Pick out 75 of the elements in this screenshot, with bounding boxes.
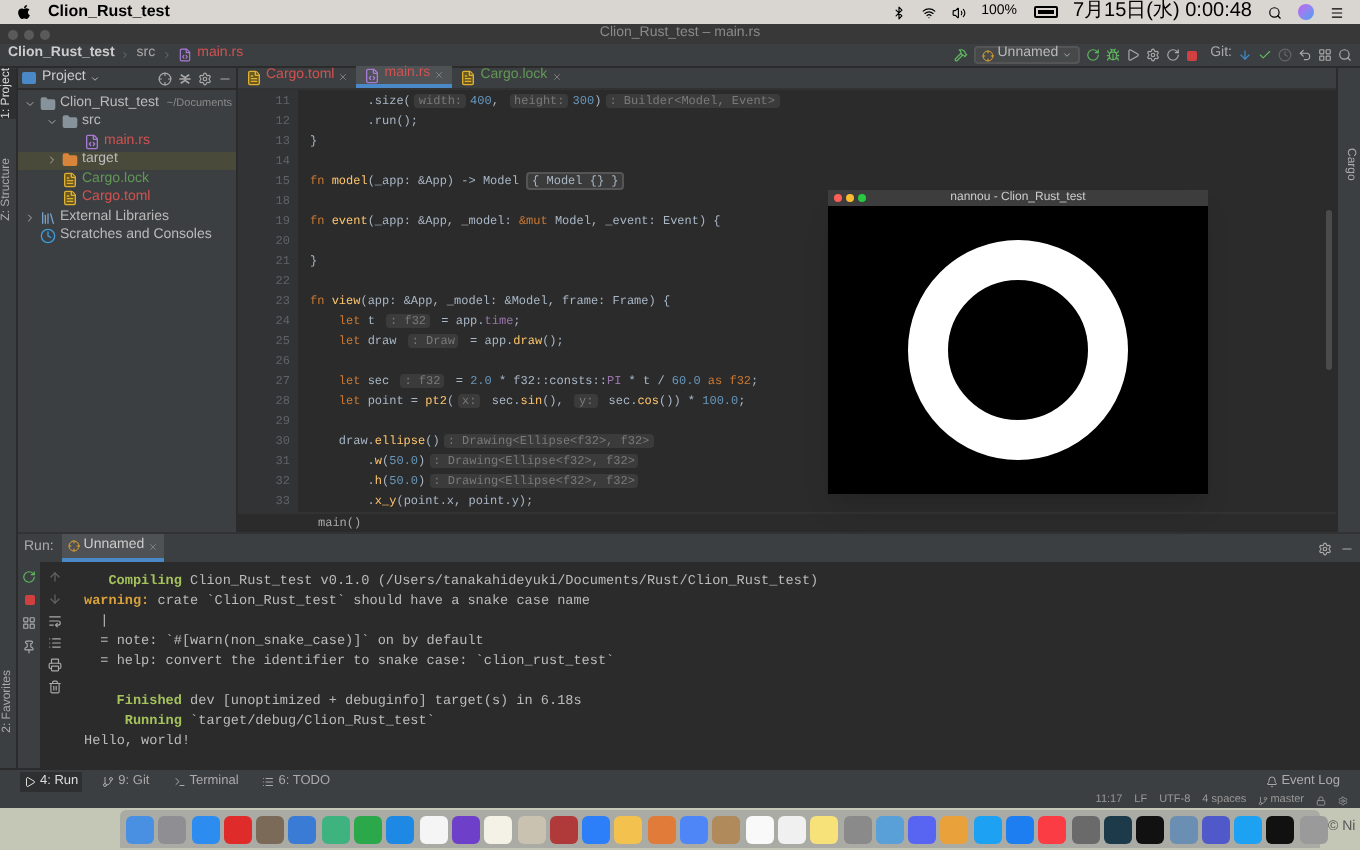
app-name[interactable]: Clion_Rust_test	[48, 0, 170, 24]
folder-icon	[62, 114, 78, 131]
arrow-down-icon[interactable]	[1238, 48, 1252, 62]
check-icon[interactable]	[1258, 48, 1272, 62]
search-icon[interactable]	[1268, 5, 1282, 19]
folder-icon	[62, 152, 78, 169]
trash-icon[interactable]	[47, 680, 61, 694]
bell-icon	[1265, 775, 1278, 787]
app-icon[interactable]	[1136, 815, 1165, 843]
caret-icon	[1062, 50, 1073, 60]
terminal-icon	[173, 775, 186, 787]
wrap-icon[interactable]	[47, 614, 61, 628]
folder-icon	[40, 95, 56, 112]
scroll-to-end-icon[interactable]	[47, 636, 61, 650]
bluetooth-icon[interactable]	[891, 5, 906, 19]
traffic-light-icon[interactable]	[40, 29, 50, 39]
git-icon	[102, 775, 115, 787]
volume-icon[interactable]	[951, 5, 966, 19]
wifi-icon[interactable]	[921, 5, 936, 19]
close-traffic-light-icon[interactable]	[834, 194, 842, 202]
arrow-up-icon[interactable]	[47, 570, 61, 584]
layout-icon[interactable]	[22, 616, 36, 630]
zoom-traffic-light-icon[interactable]	[858, 194, 866, 202]
gear-icon[interactable]	[198, 71, 212, 85]
pin-icon[interactable]	[22, 640, 36, 654]
rerun-icon[interactable]	[22, 570, 36, 584]
collapse-icon[interactable]	[178, 71, 192, 85]
clock-icon[interactable]	[1278, 48, 1292, 62]
target-icon	[981, 49, 994, 61]
apple-icon[interactable]	[16, 4, 32, 20]
caret-icon	[89, 73, 100, 83]
run-icon	[24, 775, 36, 787]
app-icon[interactable]	[1266, 815, 1295, 843]
stop-icon[interactable]	[1186, 49, 1199, 61]
battery-icon[interactable]	[1033, 6, 1057, 18]
rust-file-icon	[177, 48, 192, 62]
minimize-traffic-light-icon[interactable]	[846, 194, 854, 202]
gear-icon[interactable]	[1146, 48, 1161, 62]
library-icon	[40, 209, 56, 226]
rerun-icon[interactable]	[1086, 48, 1101, 62]
print-icon[interactable]	[47, 658, 61, 672]
scratch-icon	[40, 228, 56, 245]
scrollbar-thumb[interactable]	[1325, 210, 1331, 370]
menu-icon[interactable]	[1330, 5, 1344, 19]
hammer-icon[interactable]	[953, 48, 968, 62]
chevron-down-icon[interactable]	[24, 97, 36, 110]
layout-icon[interactable]	[1318, 48, 1332, 62]
rust-file-icon	[84, 133, 100, 150]
locate-icon[interactable]	[158, 71, 172, 85]
bug-icon[interactable]	[1106, 48, 1121, 62]
arrow-down-icon[interactable]	[47, 592, 61, 606]
lock-icon[interactable]	[1316, 795, 1326, 805]
play-icon[interactable]	[1126, 48, 1141, 62]
app-icon[interactable]	[1103, 815, 1132, 843]
refresh-icon[interactable]	[1166, 48, 1181, 62]
chevron-right-icon[interactable]	[46, 154, 58, 167]
traffic-light-icon[interactable]	[24, 29, 34, 39]
gear-icon[interactable]	[1338, 795, 1348, 805]
file-icon	[246, 69, 262, 85]
traffic-light-icon[interactable]	[8, 29, 18, 39]
todo-icon	[262, 775, 275, 787]
chevron-down-icon[interactable]	[46, 116, 58, 129]
undo-icon[interactable]	[1298, 48, 1312, 62]
rust-file-icon	[364, 67, 381, 83]
chevron-right-icon[interactable]	[24, 211, 36, 224]
chevron-right-icon	[120, 50, 131, 60]
menu-clock[interactable]: 7月15日(水) 0:00:48	[1073, 0, 1252, 24]
siri-icon[interactable]	[1298, 4, 1314, 20]
file-icon	[460, 69, 477, 85]
gear-icon[interactable]	[1318, 541, 1332, 555]
branch-icon	[1258, 795, 1269, 805]
panel-icon	[22, 72, 36, 84]
stop-icon[interactable]	[23, 594, 35, 606]
chevron-right-icon	[161, 50, 172, 60]
target-icon	[67, 540, 80, 552]
